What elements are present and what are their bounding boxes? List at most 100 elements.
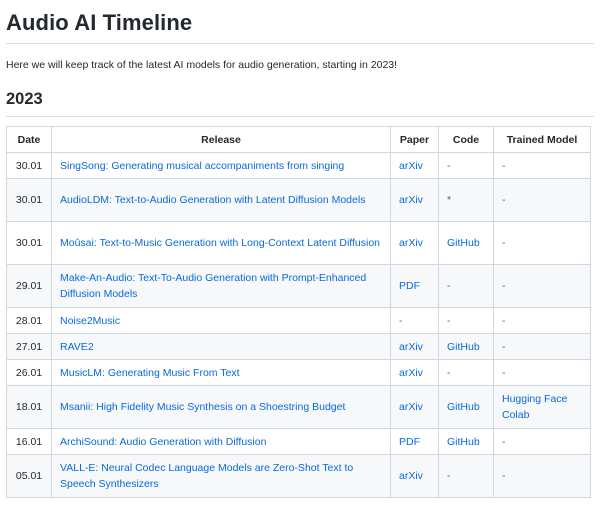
cell-paper-link[interactable]: arXiv — [399, 401, 423, 413]
cell-paper-value: - — [399, 314, 403, 327]
cell-code: - — [438, 359, 494, 386]
cell-trained-model: - — [493, 152, 591, 179]
cell-release: VALL-E: Neural Codec Language Models are… — [51, 454, 391, 498]
cell-date: 26.01 — [6, 359, 52, 386]
cell-paper-link[interactable]: PDF — [399, 280, 420, 292]
cell-paper: - — [390, 307, 439, 334]
cell-code-link[interactable]: GitHub — [447, 401, 480, 413]
cell-release-link[interactable]: MusicLM: Generating Music From Text — [60, 367, 240, 379]
cell-release: MusicLM: Generating Music From Text — [51, 359, 391, 386]
cell-code: GitHub — [438, 385, 494, 429]
cell-trained-model-link-secondary[interactable]: Colab — [502, 409, 529, 421]
table-row: 30.01 AudioLDM: Text-to-Audio Generation … — [6, 178, 591, 222]
cell-release-link[interactable]: ArchiSound: Audio Generation with Diffus… — [60, 436, 266, 448]
cell-trained-model-value: - — [502, 237, 506, 249]
timeline-table: Date Release Paper Code Trained Model 30… — [6, 126, 591, 498]
cell-code: * — [438, 178, 494, 222]
table-row: 27.01 RAVE2 arXiv GitHub - — [6, 333, 591, 360]
cell-trained-model-value: - — [502, 159, 506, 172]
header-paper: Paper — [390, 126, 439, 153]
cell-release: Make-An-Audio: Text-To-Audio Generation … — [51, 264, 391, 308]
cell-code: GitHub — [438, 428, 494, 455]
cell-trained-model: - — [493, 307, 591, 334]
cell-trained-model-value: - — [502, 366, 506, 379]
cell-date: 29.01 — [6, 264, 52, 308]
header-date: Date — [6, 126, 52, 153]
cell-paper-link[interactable]: arXiv — [399, 160, 423, 172]
cell-code: GitHub — [438, 333, 494, 360]
readme-page: Audio AI Timeline Here we will keep trac… — [0, 0, 600, 509]
cell-date: 05.01 — [6, 454, 52, 498]
cell-code-value: - — [447, 470, 451, 482]
cell-release-link[interactable]: SingSong: Generating musical accompanime… — [60, 160, 344, 172]
cell-trained-model-link[interactable]: Hugging Face — [502, 393, 567, 405]
cell-release-link[interactable]: Moûsai: Text-to-Music Generation with Lo… — [60, 237, 380, 249]
header-release: Release — [51, 126, 391, 153]
cell-trained-model: - — [493, 264, 591, 308]
cell-release-link[interactable]: VALL-E: Neural Codec Language Models are… — [60, 462, 353, 490]
cell-trained-model-value: - — [502, 194, 506, 206]
cell-paper: arXiv — [390, 454, 439, 498]
cell-trained-model: - — [493, 178, 591, 222]
cell-paper: PDF — [390, 428, 439, 455]
table-row: 18.01 Msanii: High Fidelity Music Synthes… — [6, 385, 591, 429]
cell-paper: arXiv — [390, 221, 439, 265]
cell-trained-model-value: - — [502, 470, 506, 482]
cell-code-link[interactable]: GitHub — [447, 237, 480, 249]
section-title-2023: 2023 — [6, 89, 594, 117]
cell-paper-link[interactable]: arXiv — [399, 194, 423, 206]
cell-release-link[interactable]: RAVE2 — [60, 341, 94, 353]
table-header-row: Date Release Paper Code Trained Model — [6, 126, 591, 153]
cell-code-value: - — [447, 280, 451, 292]
cell-code: GitHub — [438, 221, 494, 265]
cell-release: SingSong: Generating musical accompanime… — [51, 152, 391, 179]
cell-trained-model: - — [493, 454, 591, 498]
cell-paper: arXiv — [390, 178, 439, 222]
table-row: 30.01 Moûsai: Text-to-Music Generation wi… — [6, 221, 591, 265]
cell-trained-model-value: - — [502, 340, 506, 353]
table-row: 16.01 ArchiSound: Audio Generation with D… — [6, 428, 591, 455]
table-row: 30.01 SingSong: Generating musical accomp… — [6, 152, 591, 179]
cell-paper-link[interactable]: arXiv — [399, 367, 423, 379]
cell-trained-model: Hugging Face Colab — [493, 385, 591, 429]
cell-release-link[interactable]: Msanii: High Fidelity Music Synthesis on… — [60, 401, 345, 413]
cell-paper-link[interactable]: arXiv — [399, 237, 423, 249]
cell-trained-model: - — [493, 359, 591, 386]
cell-release: Noise2Music — [51, 307, 391, 334]
cell-code-value: - — [447, 159, 451, 172]
cell-trained-model-value: - — [502, 435, 506, 448]
table-row: 26.01 MusicLM: Generating Music From Text… — [6, 359, 591, 386]
cell-code-link[interactable]: GitHub — [447, 341, 480, 353]
header-code: Code — [438, 126, 494, 153]
cell-release: Moûsai: Text-to-Music Generation with Lo… — [51, 221, 391, 265]
cell-date: 30.01 — [6, 152, 52, 179]
cell-code-link[interactable]: GitHub — [447, 436, 480, 448]
table-row: 05.01 VALL-E: Neural Codec Language Model… — [6, 454, 591, 498]
cell-release: RAVE2 — [51, 333, 391, 360]
cell-code: - — [438, 264, 494, 308]
cell-paper: arXiv — [390, 385, 439, 429]
cell-release: AudioLDM: Text-to-Audio Generation with … — [51, 178, 391, 222]
cell-release-link[interactable]: Make-An-Audio: Text-To-Audio Generation … — [60, 272, 366, 300]
header-trained-model: Trained Model — [493, 126, 591, 153]
cell-code-value: * — [447, 194, 452, 206]
cell-date: 16.01 — [6, 428, 52, 455]
cell-trained-model-value: - — [502, 280, 506, 292]
table-row: 29.01 Make-An-Audio: Text-To-Audio Genera… — [6, 264, 591, 308]
cell-paper-link[interactable]: PDF — [399, 436, 420, 448]
cell-release-link[interactable]: AudioLDM: Text-to-Audio Generation with … — [60, 194, 365, 206]
cell-paper-link[interactable]: arXiv — [399, 341, 423, 353]
cell-trained-model: - — [493, 428, 591, 455]
cell-release-link[interactable]: Noise2Music — [60, 315, 120, 327]
cell-paper: arXiv — [390, 152, 439, 179]
table-body: 30.01 SingSong: Generating musical accomp… — [6, 152, 591, 498]
cell-code: - — [438, 307, 494, 334]
cell-paper-link[interactable]: arXiv — [399, 470, 423, 482]
cell-date: 18.01 — [6, 385, 52, 429]
cell-release: Msanii: High Fidelity Music Synthesis on… — [51, 385, 391, 429]
table-row: 28.01 Noise2Music - - - — [6, 307, 591, 334]
cell-paper: arXiv — [390, 359, 439, 386]
cell-date: 28.01 — [6, 307, 52, 334]
cell-code: - — [438, 152, 494, 179]
cell-trained-model: - — [493, 221, 591, 265]
